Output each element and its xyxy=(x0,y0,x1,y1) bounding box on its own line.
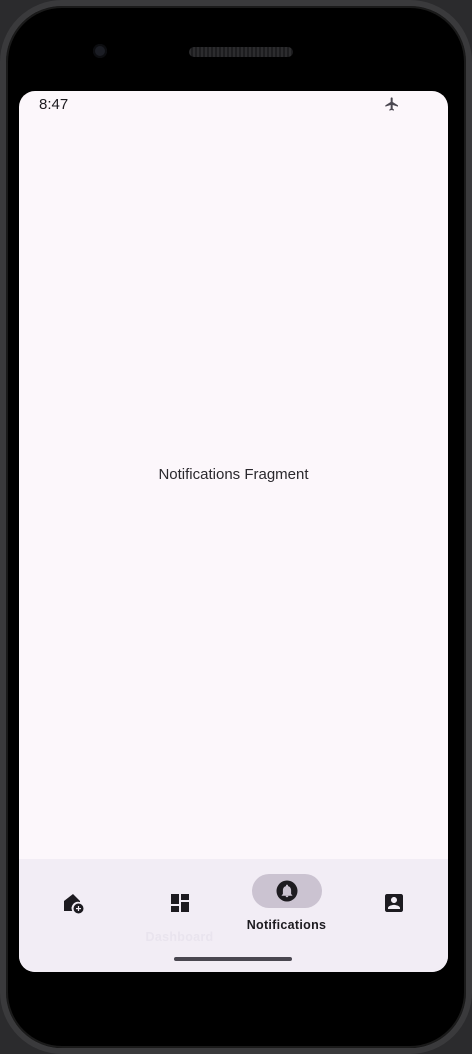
dashboard-icon xyxy=(170,894,189,912)
app-screen: 8:47 Notifications Fragment Dashboard No… xyxy=(19,91,448,972)
front-camera xyxy=(93,44,107,58)
nav-item-notifications[interactable]: Notifications xyxy=(233,859,340,949)
nav-item-profile[interactable] xyxy=(340,859,447,949)
nav-item-home[interactable] xyxy=(19,859,126,949)
gesture-navigation-bar[interactable] xyxy=(174,957,292,961)
bottom-navigation: Dashboard Notifications xyxy=(19,859,448,972)
nav-item-dashboard[interactable]: Dashboard xyxy=(126,859,233,949)
fragment-text: Notifications Fragment xyxy=(158,466,309,483)
nav-label-notifications: Notifications xyxy=(246,918,327,932)
bell-icon xyxy=(276,880,297,902)
nav-label-dashboard: Dashboard xyxy=(145,930,214,944)
airplane-icon xyxy=(385,97,398,111)
status-bar: 8:47 xyxy=(19,91,448,119)
account-box-icon xyxy=(384,894,403,912)
status-time: 8:47 xyxy=(39,96,69,113)
home-add-icon xyxy=(63,894,83,914)
earpiece-speaker xyxy=(189,47,293,57)
